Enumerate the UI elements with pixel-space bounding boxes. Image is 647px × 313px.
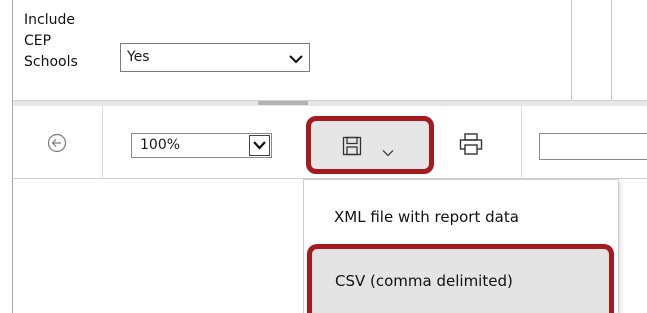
menu-item-label: CSV (comma delimited) xyxy=(335,272,513,290)
report-toolbar: 100% xyxy=(13,106,647,179)
menu-item-csv[interactable]: CSV (comma delimited) xyxy=(307,244,614,313)
chevron-down-icon xyxy=(289,51,303,65)
param-label-include-cep-schools: Include CEP Schools xyxy=(24,12,78,70)
toolbar-separator xyxy=(521,106,522,179)
save-icon xyxy=(342,136,362,156)
export-format-menu: XML file with report data CSV (comma del… xyxy=(303,179,619,313)
find-input[interactable] xyxy=(539,133,647,160)
export-button[interactable] xyxy=(306,116,434,174)
dropdown-arrow-icon[interactable] xyxy=(249,135,270,156)
splitter-grip[interactable] xyxy=(258,101,308,105)
zoom-value: 100% xyxy=(140,137,181,153)
menu-item-xml[interactable]: XML file with report data xyxy=(304,180,618,248)
menu-item-label: XML file with report data xyxy=(334,208,519,226)
printer-icon[interactable] xyxy=(459,133,483,155)
parameter-divider xyxy=(571,0,572,100)
parameter-area: Include CEP Schools Yes xyxy=(13,0,647,103)
back-arrow-circle-icon[interactable] xyxy=(47,133,67,153)
parameter-divider xyxy=(611,0,612,100)
include-cep-schools-select[interactable]: Yes xyxy=(120,43,310,72)
toolbar-separator xyxy=(102,106,103,179)
zoom-select[interactable]: 100% xyxy=(131,133,272,158)
include-cep-schools-value: Yes xyxy=(127,49,150,65)
report-viewer: Include CEP Schools Yes 100% XML file wi… xyxy=(12,0,647,313)
chevron-down-icon xyxy=(381,143,395,157)
